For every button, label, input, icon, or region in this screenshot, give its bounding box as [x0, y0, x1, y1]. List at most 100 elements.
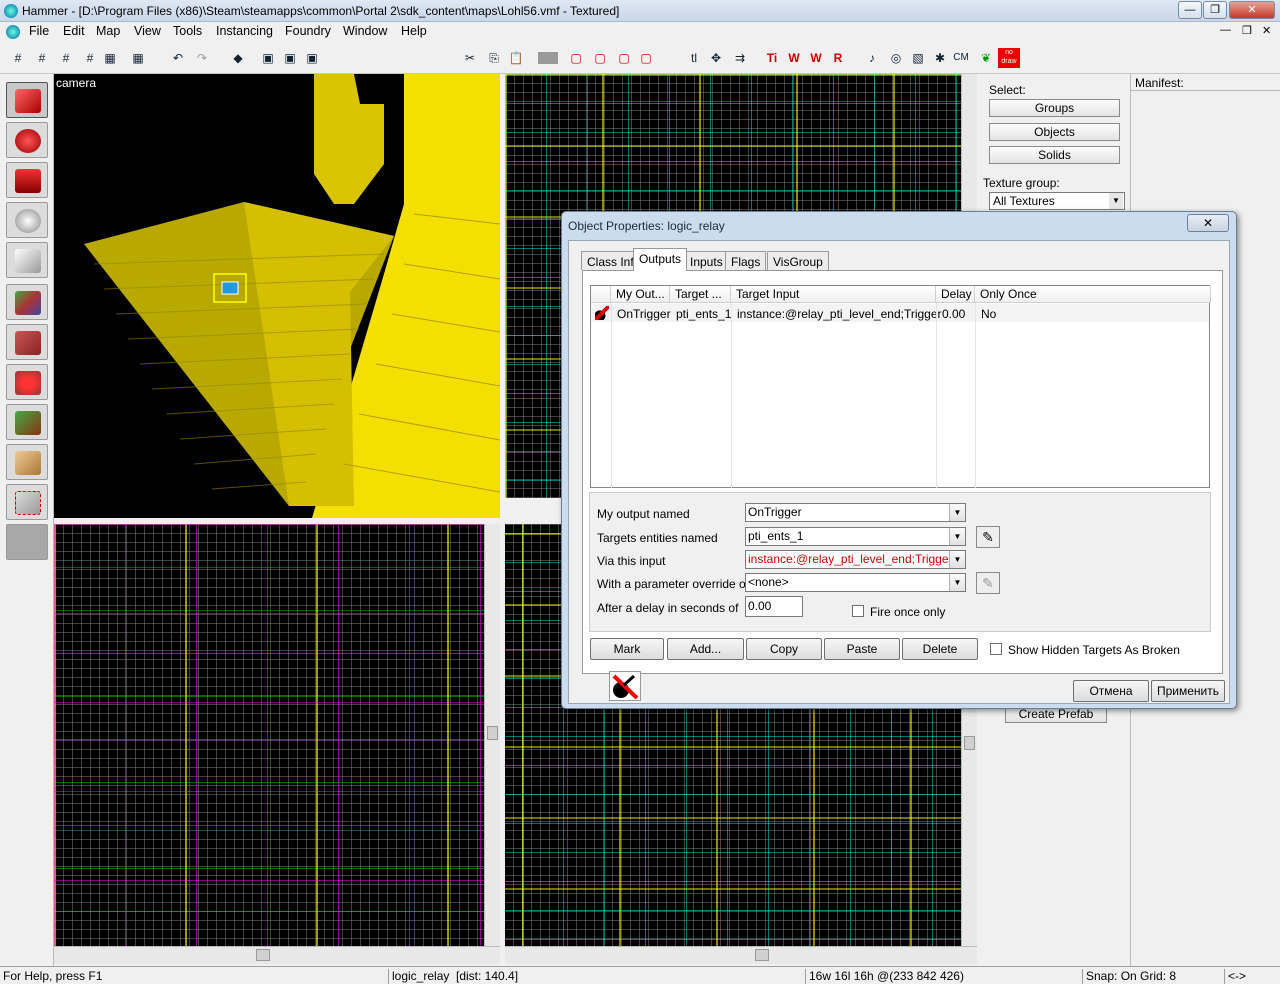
output-select[interactable]: OnTrigger ▼ — [745, 503, 966, 522]
leaf-icon[interactable]: ❦ — [976, 48, 996, 68]
menu-map[interactable]: Map — [96, 24, 120, 38]
path-tool[interactable] — [6, 524, 48, 560]
redo-icon[interactable]: ↷ — [192, 48, 212, 68]
mdi-restore-icon[interactable]: ❐ — [1242, 24, 1252, 37]
maximize-button[interactable]: ❐ — [1203, 1, 1227, 19]
side-view-hthumb[interactable] — [755, 949, 769, 961]
block-tool[interactable] — [6, 242, 48, 278]
paste-button[interactable]: Paste — [824, 638, 900, 660]
groups-button[interactable]: Groups — [989, 99, 1120, 117]
grid-larger-icon[interactable]: # — [56, 48, 76, 68]
column-target[interactable]: Target ... — [670, 286, 731, 303]
paste-icon[interactable]: 📋 — [506, 48, 526, 68]
copy-icon[interactable]: ⎘ — [484, 48, 504, 68]
mirror-icon[interactable]: W — [784, 48, 804, 68]
vertex-tool[interactable] — [6, 484, 48, 520]
vertex-icon[interactable] — [538, 52, 558, 64]
delete-button[interactable]: Delete — [902, 638, 978, 660]
solids-button[interactable]: Solids — [989, 146, 1120, 164]
grid-smaller-icon[interactable]: # — [32, 48, 52, 68]
apply-button[interactable]: Применить — [1151, 680, 1225, 702]
column-target-input[interactable]: Target Input — [731, 286, 936, 303]
menu-file[interactable]: File — [29, 24, 49, 38]
menu-instancing[interactable]: Instancing — [216, 24, 273, 38]
input-select[interactable]: instance:@relay_pti_level_end;Trigger ▼ — [745, 550, 966, 569]
delay-input[interactable]: 0.00 — [745, 596, 803, 617]
cut-icon[interactable]: ✂ — [460, 48, 480, 68]
texture-lock-icon[interactable]: ▦ — [128, 48, 148, 68]
undo-icon[interactable]: ↶ — [168, 48, 188, 68]
hatch-icon[interactable]: ▧ — [908, 48, 928, 68]
param-picker-button[interactable]: ✎ — [976, 572, 1000, 594]
menu-window[interactable]: Window — [343, 24, 387, 38]
cm-icon[interactable]: CM — [950, 48, 972, 68]
clip-tool[interactable] — [6, 444, 48, 480]
selection-tool[interactable] — [6, 82, 48, 118]
group-icon[interactable]: ▣ — [258, 48, 278, 68]
red-text-icon[interactable]: Ti — [762, 48, 782, 68]
menu-tools[interactable]: Tools — [173, 24, 202, 38]
side-view-hscroll[interactable] — [505, 946, 977, 964]
close-button[interactable]: ✕ — [1229, 1, 1275, 19]
objects-button[interactable]: Objects — [989, 123, 1120, 141]
tab-inputs[interactable]: Inputs — [684, 251, 729, 270]
show-hidden-checkbox[interactable] — [990, 643, 1002, 655]
entity-red-icon[interactable]: W — [806, 48, 826, 68]
decal-tool[interactable] — [6, 364, 48, 400]
quick-hide-icon[interactable]: ▢ — [636, 48, 656, 68]
target-picker-button[interactable]: ✎ — [976, 526, 1000, 548]
texture-tool[interactable] — [6, 284, 48, 320]
front-view-vscroll[interactable] — [484, 524, 500, 946]
dialog-close-button[interactable]: ✕ — [1187, 214, 1229, 232]
add-button[interactable]: Add... — [667, 638, 744, 660]
align-icon[interactable]: ⇉ — [730, 48, 750, 68]
menu-foundry[interactable]: Foundry — [285, 24, 331, 38]
fullscreen-icon[interactable]: ▢ — [614, 48, 634, 68]
entity-r-icon[interactable]: R — [828, 48, 848, 68]
column-only-once[interactable]: Only Once — [975, 286, 1211, 303]
globe-icon[interactable]: ◎ — [886, 48, 906, 68]
tab-visgroup[interactable]: VisGroup — [767, 251, 829, 270]
tl-icon[interactable]: tl — [684, 48, 704, 68]
side-view-vthumb[interactable] — [964, 736, 975, 750]
cordon-toggle-icon[interactable]: ▢ — [590, 48, 610, 68]
overlay-tool[interactable] — [6, 404, 48, 440]
target-select[interactable]: pti_ents_1 ▼ — [745, 527, 966, 546]
fire-once-checkbox[interactable] — [852, 605, 864, 617]
entity-tool[interactable] — [6, 202, 48, 238]
camera-viewport[interactable]: camera — [54, 74, 500, 518]
menu-edit[interactable]: Edit — [63, 24, 85, 38]
tab-outputs[interactable]: Outputs — [633, 248, 688, 271]
front-view-viewport[interactable] — [54, 524, 484, 946]
outputs-list[interactable]: My Out... Target ... Target Input Delay … — [590, 285, 1211, 488]
front-view-vthumb[interactable] — [487, 726, 498, 740]
grid-3d-icon[interactable]: # — [80, 48, 100, 68]
texture-group-select[interactable]: All Textures ▼ — [989, 192, 1125, 210]
flip-icon[interactable]: ✥ — [706, 48, 726, 68]
cordon-icon[interactable]: ▢ — [566, 48, 586, 68]
mdi-minimize-icon[interactable]: — — [1220, 24, 1231, 36]
column-my-output[interactable]: My Out... — [611, 286, 670, 303]
param-select[interactable]: <none> ▼ — [745, 573, 966, 592]
camera-tool[interactable] — [6, 162, 48, 198]
minimize-button[interactable]: — — [1178, 1, 1202, 19]
light-icon[interactable]: ✱ — [930, 48, 950, 68]
tab-flags[interactable]: Flags — [725, 251, 767, 270]
column-delay[interactable]: Delay — [936, 286, 975, 303]
nodraw-icon[interactable]: no draw — [998, 48, 1020, 68]
mdi-close-icon[interactable]: ✕ — [1262, 24, 1271, 37]
mark-button[interactable]: Mark — [590, 638, 664, 660]
map-grid-icon[interactable]: ▦ — [98, 48, 122, 68]
ungroup-icon[interactable]: ▣ — [280, 48, 300, 68]
front-view-hthumb[interactable] — [256, 949, 270, 961]
apply-texture-tool[interactable] — [6, 324, 48, 360]
menu-help[interactable]: Help — [401, 24, 427, 38]
hide-icon[interactable]: ▣ — [302, 48, 322, 68]
front-view-hscroll[interactable] — [54, 946, 500, 964]
carve-icon[interactable]: ◆ — [228, 48, 248, 68]
magnify-tool[interactable] — [6, 122, 48, 158]
cancel-button[interactable]: Отмена — [1073, 680, 1149, 702]
grid-toggle-icon[interactable]: # — [8, 48, 28, 68]
sound-icon[interactable]: ♪ — [862, 48, 882, 68]
menu-view[interactable]: View — [134, 24, 161, 38]
